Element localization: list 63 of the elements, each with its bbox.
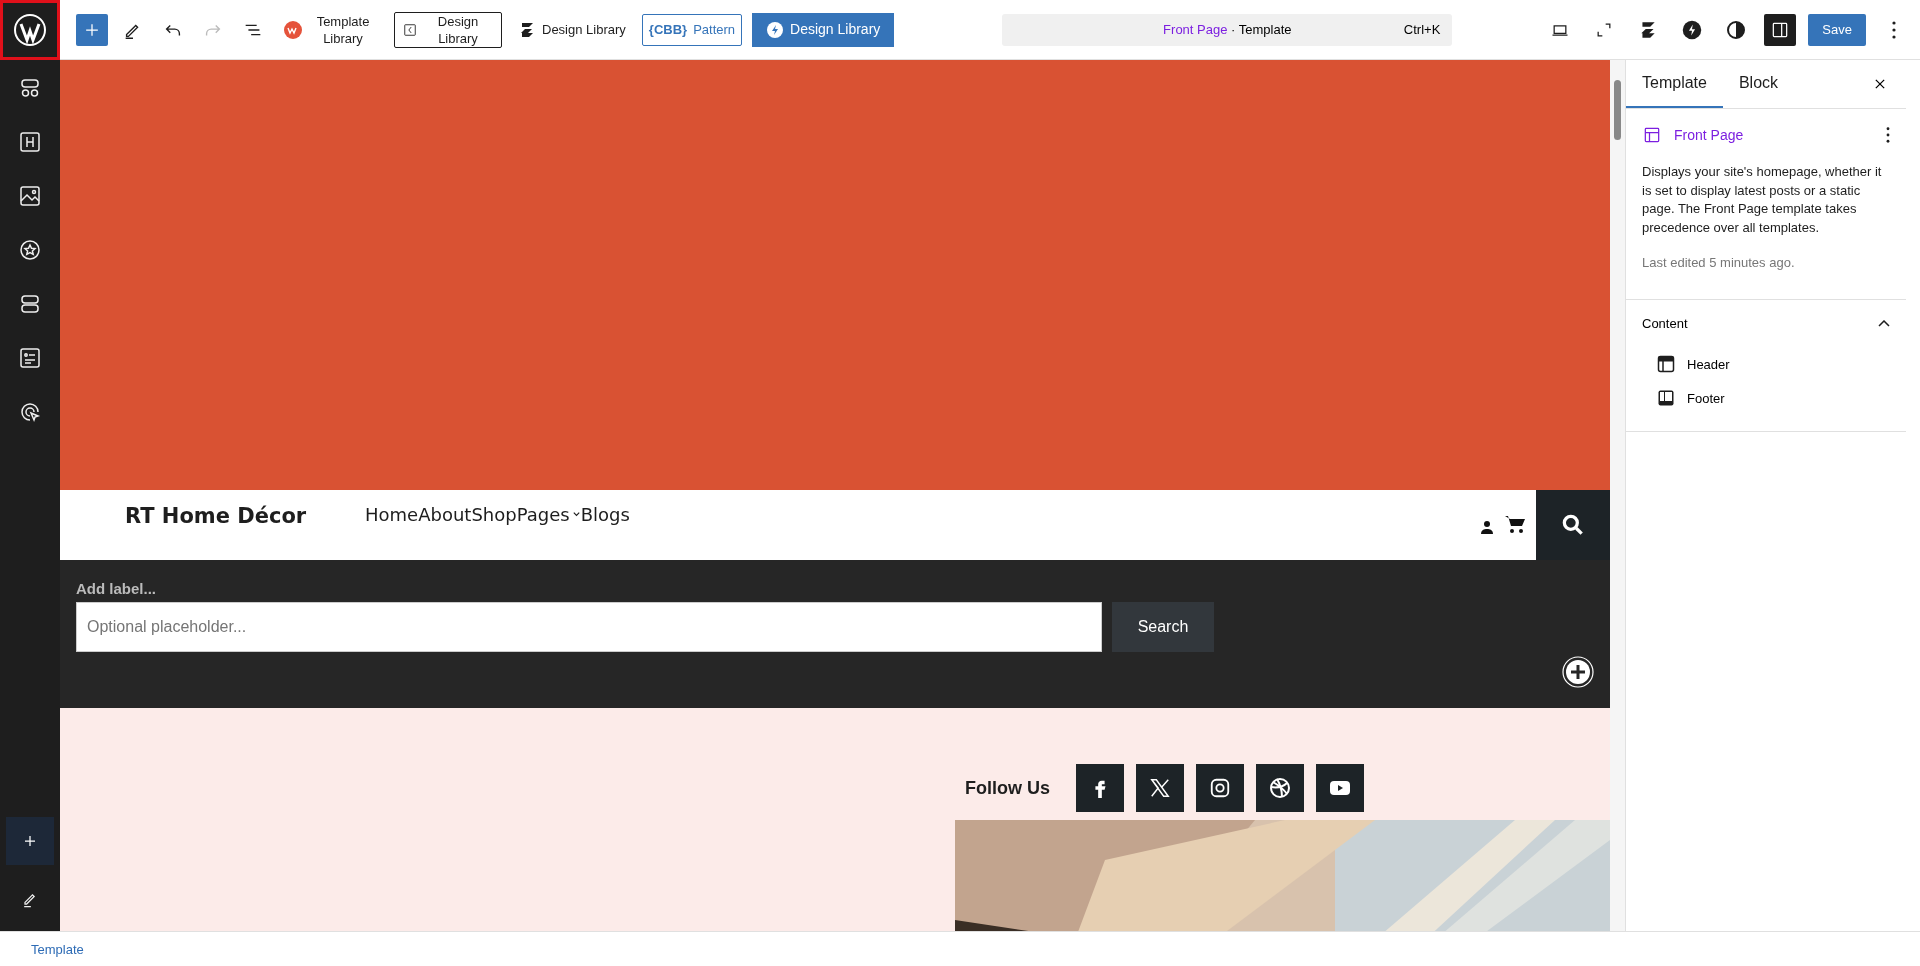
chevron-up-icon bbox=[1878, 320, 1890, 327]
content-section-toggle[interactable]: Content bbox=[1642, 316, 1890, 331]
card-icon bbox=[18, 346, 42, 370]
wordpress-logo[interactable] bbox=[0, 0, 60, 60]
layout-icon bbox=[1642, 125, 1662, 145]
social-button[interactable] bbox=[1316, 764, 1364, 812]
command-bar[interactable]: Front Page · Template Ctrl+K bbox=[1002, 13, 1453, 46]
template-options-button[interactable] bbox=[1886, 127, 1890, 143]
blocks-icon bbox=[18, 76, 42, 100]
wordpress-icon bbox=[13, 12, 47, 47]
settings-toggle-button[interactable] bbox=[1764, 13, 1797, 46]
scrollbar[interactable] bbox=[1610, 60, 1625, 931]
heading-icon bbox=[18, 130, 42, 154]
last-edited: Last edited 5 minutes ago. bbox=[1642, 255, 1795, 270]
follow-label: Follow Us bbox=[965, 777, 1050, 799]
logo-icon bbox=[766, 20, 785, 39]
social-button[interactable] bbox=[1136, 764, 1184, 812]
x-icon bbox=[1149, 777, 1171, 799]
library-button[interactable]: Design Library bbox=[394, 11, 502, 48]
search-icon bbox=[1560, 512, 1586, 538]
social-button[interactable] bbox=[1196, 764, 1244, 812]
site-title: RT Home Décor bbox=[124, 503, 308, 530]
nav-link[interactable]: Pages bbox=[516, 502, 581, 526]
cursor-icon bbox=[18, 400, 42, 424]
panel-tab[interactable]: Template bbox=[1626, 60, 1723, 108]
layout-icon bbox=[403, 22, 417, 37]
star-circle-icon bbox=[18, 238, 42, 262]
save-button[interactable]: Save bbox=[1808, 13, 1866, 46]
more-icon bbox=[1886, 127, 1890, 143]
content-item[interactable]: Footer bbox=[1657, 389, 1890, 407]
nav-link[interactable]: Shop bbox=[471, 502, 517, 526]
social-button[interactable] bbox=[1076, 764, 1124, 812]
search-toggle-button[interactable] bbox=[1536, 490, 1610, 560]
rows-icon bbox=[18, 292, 42, 316]
header-icon bbox=[1657, 355, 1675, 373]
cart-icon bbox=[1504, 514, 1526, 534]
logo-icon bbox=[284, 20, 302, 39]
library-button[interactable]: {CBB} Pattern bbox=[641, 13, 743, 46]
instagram-icon bbox=[1209, 777, 1231, 799]
template-description: Displays your site's homepage, whether it is set to display latest posts or a static page. The Front Page template takes precedence over all templates. bbox=[1642, 163, 1883, 237]
image-icon bbox=[18, 184, 42, 208]
plus-circle-icon bbox=[1562, 656, 1594, 688]
search-field[interactable]: Optional placeholder... bbox=[76, 602, 1102, 652]
breadcrumb-link[interactable]: Template bbox=[31, 941, 84, 957]
panel-tab[interactable]: Block bbox=[1722, 60, 1795, 108]
user-icon bbox=[1480, 520, 1494, 534]
library-button[interactable]: Design Library bbox=[752, 12, 895, 47]
cbb-logo: {CBB} bbox=[648, 21, 688, 38]
chevron-down-icon bbox=[571, 509, 581, 519]
nav-link[interactable]: Home bbox=[365, 502, 419, 526]
library-button[interactable]: Design Library bbox=[512, 18, 632, 41]
footer-icon bbox=[1657, 389, 1675, 407]
nav-link[interactable]: Blogs bbox=[580, 502, 630, 526]
social-button[interactable] bbox=[1256, 764, 1304, 812]
content-item[interactable]: Header bbox=[1657, 355, 1890, 373]
search-button[interactable]: Search bbox=[1112, 602, 1214, 652]
library-button[interactable]: Template Library bbox=[278, 10, 384, 49]
dribbble-icon bbox=[1268, 776, 1292, 800]
search-label: Add label... bbox=[76, 580, 156, 597]
more-icon bbox=[1892, 20, 1896, 39]
nav-link[interactable]: About bbox=[418, 502, 472, 526]
template-name: Front Page bbox=[1674, 127, 1744, 143]
contrast-icon bbox=[1726, 19, 1747, 40]
